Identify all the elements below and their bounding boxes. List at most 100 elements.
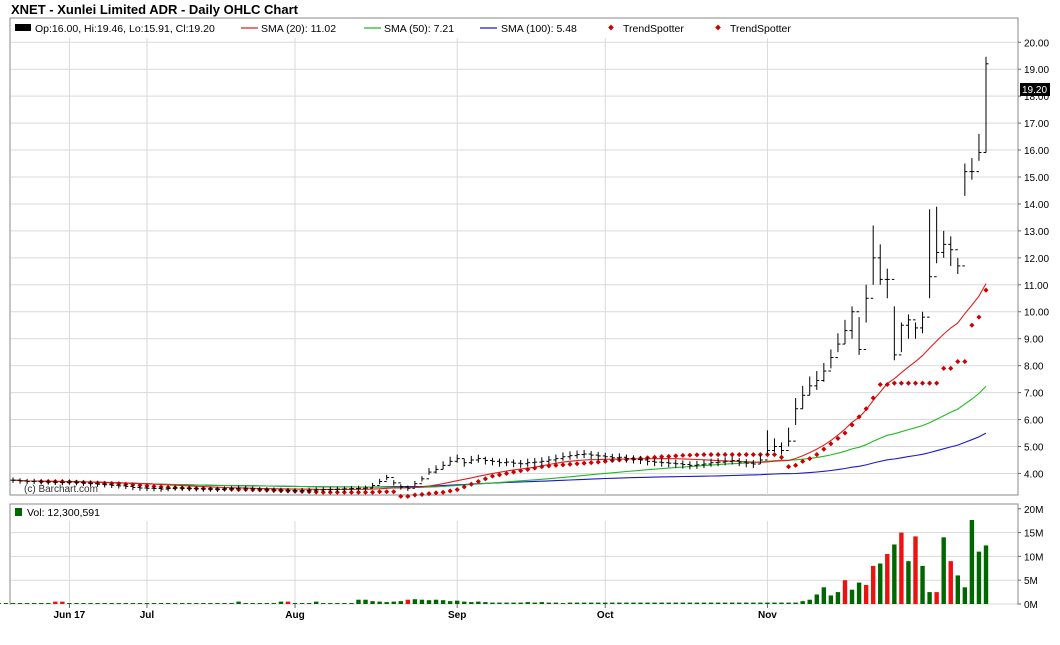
- volume-bar: [631, 602, 636, 604]
- volume-bar: [694, 602, 700, 604]
- volume-bar: [158, 603, 164, 604]
- volume-bar: [490, 602, 495, 604]
- volume-tick-label: 20M: [1024, 505, 1043, 516]
- volume-bar: [313, 601, 319, 604]
- volume-bar: [603, 602, 608, 604]
- volume-bar: [349, 603, 354, 604]
- volume-bar: [476, 601, 481, 604]
- legend-ohlc: Op:16.00, Hi:19.46, Lo:15.91, Cl:19.20: [35, 23, 215, 35]
- volume-bar: [172, 603, 178, 604]
- volume-bar: [328, 603, 333, 604]
- price-tick-label: 5.00: [1024, 442, 1044, 453]
- volume-bar: [596, 602, 601, 604]
- volume-bar: [807, 599, 812, 604]
- volume-bar: [983, 545, 989, 604]
- price-tick-label: 19.00: [1024, 65, 1049, 76]
- volume-bar: [454, 600, 460, 604]
- volume-bar: [497, 602, 502, 604]
- volume-bar: [955, 575, 960, 604]
- volume-bar: [17, 603, 23, 604]
- volume-bar: [878, 563, 883, 604]
- price-tick-label: 12.00: [1024, 254, 1049, 265]
- volume-bar: [165, 603, 171, 604]
- x-axis: Jun 17 Jul Aug Sep Oct Nov: [54, 604, 777, 621]
- volume-legend-strip: [11, 505, 1017, 520]
- price-tick-label: 8.00: [1024, 362, 1044, 373]
- volume-bar: [934, 592, 939, 604]
- volume-bar: [617, 602, 622, 604]
- volume-bar: [708, 602, 714, 604]
- x-tick-label: Sep: [448, 610, 466, 621]
- volume-bar: [39, 603, 44, 604]
- volume-bar: [10, 603, 16, 604]
- volume-bar: [948, 561, 953, 604]
- volume-bar: [321, 603, 326, 604]
- volume-bar: [913, 536, 918, 604]
- volume-bar: [779, 602, 784, 604]
- x-tick-label: Jul: [140, 610, 155, 621]
- volume-bar: [285, 601, 291, 604]
- volume-bar: [264, 603, 270, 604]
- volume-bar: [53, 601, 58, 604]
- x-tick-label: Oct: [597, 610, 614, 621]
- volume-bar: [137, 603, 143, 604]
- volume-bar: [666, 602, 671, 604]
- volume-bar: [652, 602, 657, 604]
- volume-bar: [74, 603, 79, 604]
- volume-bar: [201, 603, 206, 604]
- volume-bar: [46, 603, 51, 604]
- volume-bar: [525, 602, 530, 604]
- volume-y-axis: 0M 5M 10M 15M 20M: [1018, 505, 1043, 611]
- volume-bar: [856, 582, 862, 604]
- volume-bar: [60, 601, 65, 604]
- ohlc-chart: 4.00 5.00 6.00 7.00 8.00 9.00 10.00 11.00 12.00 1…: [0, 17, 1050, 621]
- volume-bar: [567, 602, 573, 604]
- legend-sma20: SMA (20): 11.02: [261, 23, 336, 35]
- volume-bar: [532, 602, 537, 604]
- volume-bar: [88, 603, 93, 604]
- legend-sma50: SMA (50): 7.21: [384, 23, 454, 35]
- volume-bar: [715, 602, 721, 604]
- volume-bar: [906, 561, 911, 604]
- price-y-axis: 4.00 5.00 6.00 7.00 8.00 9.00 10.00 11.00 12.00 1…: [1018, 38, 1049, 480]
- volume-bar: [243, 603, 248, 604]
- volume-bar: [412, 599, 418, 604]
- volume-bar: [560, 603, 566, 604]
- legend-trend2: TrendSpotter: [730, 23, 791, 35]
- volume-bar: [588, 602, 594, 604]
- volume-bar: [363, 599, 368, 604]
- volume-bar: [518, 602, 523, 604]
- price-tick-label: 10.00: [1024, 308, 1049, 319]
- volume-bar: [469, 602, 474, 604]
- volume-bar: [941, 537, 946, 604]
- volume-bar: [504, 602, 509, 604]
- volume-bar: [546, 602, 552, 604]
- price-tick-label: 13.00: [1024, 227, 1049, 238]
- price-tick-label: 15.00: [1024, 173, 1049, 184]
- volume-bar: [95, 603, 100, 604]
- price-tick-label: 17.00: [1024, 119, 1049, 130]
- volume-bar: [398, 601, 403, 604]
- volume-bar: [342, 603, 347, 604]
- volume-bar: [278, 601, 284, 604]
- price-tick-label: 9.00: [1024, 335, 1044, 346]
- volume-bar: [574, 602, 580, 604]
- volume-bar: [144, 603, 150, 604]
- volume-bar: [222, 603, 227, 604]
- volume-bar: [610, 602, 615, 604]
- volume-bar: [236, 601, 241, 604]
- volume-bar: [553, 602, 559, 604]
- volume-bar: [391, 601, 396, 604]
- volume-legend-swatch: [15, 508, 22, 516]
- volume-bar: [187, 603, 192, 604]
- volume-tick-label: 10M: [1024, 552, 1043, 563]
- volume-bar: [687, 602, 693, 604]
- volume-bar: [737, 602, 742, 604]
- volume-bar: [638, 602, 643, 604]
- volume-bar: [335, 603, 340, 604]
- price-tick-label: 11.00: [1024, 281, 1049, 292]
- volume-bar: [377, 601, 382, 604]
- price-tick-label: 16.00: [1024, 146, 1049, 157]
- volume-bar: [130, 603, 136, 604]
- volume-bar: [800, 601, 805, 604]
